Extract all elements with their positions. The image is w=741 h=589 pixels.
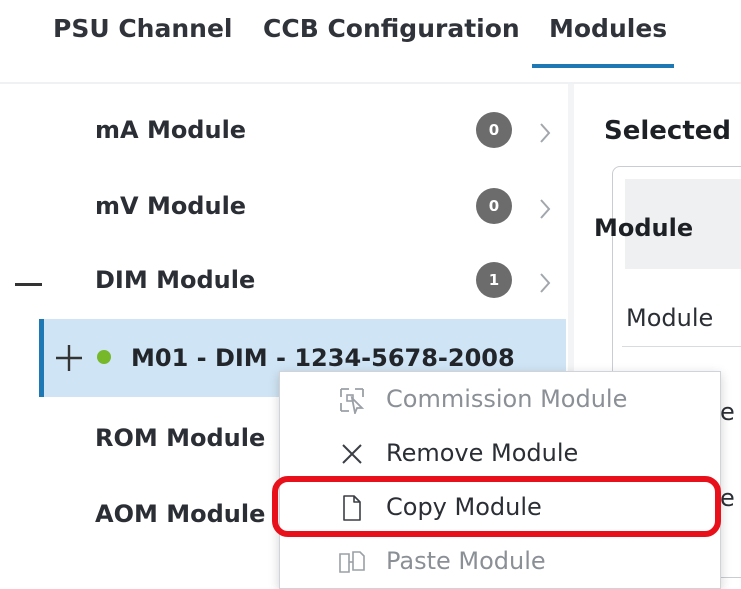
chevron-right-icon[interactable] xyxy=(538,272,552,294)
detail-row-label: Module xyxy=(626,304,714,332)
module-row-ma[interactable]: mA Module 0 xyxy=(0,98,568,172)
device-label: M01 - DIM - 1234-5678-2008 xyxy=(131,344,515,372)
menu-item-label: Remove Module xyxy=(386,439,579,467)
commission-icon xyxy=(340,388,365,414)
detail-text-fragment: e xyxy=(720,398,735,426)
document-icon xyxy=(343,495,361,521)
count-badge: 0 xyxy=(476,188,512,224)
row-divider xyxy=(622,346,741,347)
menu-item-label: Paste Module xyxy=(386,547,546,575)
tab-modules[interactable]: Modules xyxy=(549,14,667,43)
expand-icon[interactable] xyxy=(55,344,83,372)
module-row-dim[interactable]: DIM Module 1 xyxy=(0,248,568,322)
collapse-icon[interactable] xyxy=(15,283,42,286)
count-badge: 0 xyxy=(476,112,512,148)
tab-bar: PSU Channel CCB Configuration Modules xyxy=(0,0,741,80)
tab-ccb-configuration[interactable]: CCB Configuration xyxy=(263,14,520,43)
selection-indicator xyxy=(39,319,44,397)
status-dot xyxy=(97,350,111,364)
detail-text-fragment: e xyxy=(720,484,735,512)
module-label: AOM Module xyxy=(95,500,266,528)
details-title: Selected xyxy=(604,116,731,146)
menu-item-paste-module[interactable]: Paste Module xyxy=(280,536,720,588)
context-menu: Commission Module Remove Module Copy Mod… xyxy=(279,371,721,589)
active-tab-indicator xyxy=(532,64,674,68)
count-badge: 1 xyxy=(476,262,512,298)
menu-item-commission-module[interactable]: Commission Module xyxy=(280,374,720,426)
module-label: mA Module xyxy=(95,116,247,144)
tab-psu-channel[interactable]: PSU Channel xyxy=(53,14,232,43)
module-label: mV Module xyxy=(95,192,247,220)
menu-item-remove-module[interactable]: Remove Module xyxy=(280,428,720,480)
menu-item-label: Commission Module xyxy=(386,385,628,413)
chevron-right-icon[interactable] xyxy=(538,122,552,144)
paste-icon xyxy=(339,551,365,573)
menu-item-copy-module[interactable]: Copy Module xyxy=(280,482,720,534)
module-label: DIM Module xyxy=(95,266,256,294)
close-icon xyxy=(342,444,362,464)
chevron-right-icon[interactable] xyxy=(538,198,552,220)
module-label: ROM Module xyxy=(95,424,266,452)
column-header: Module xyxy=(594,214,694,242)
module-row-mv[interactable]: mV Module 0 xyxy=(0,174,568,248)
menu-item-label: Copy Module xyxy=(386,493,542,521)
